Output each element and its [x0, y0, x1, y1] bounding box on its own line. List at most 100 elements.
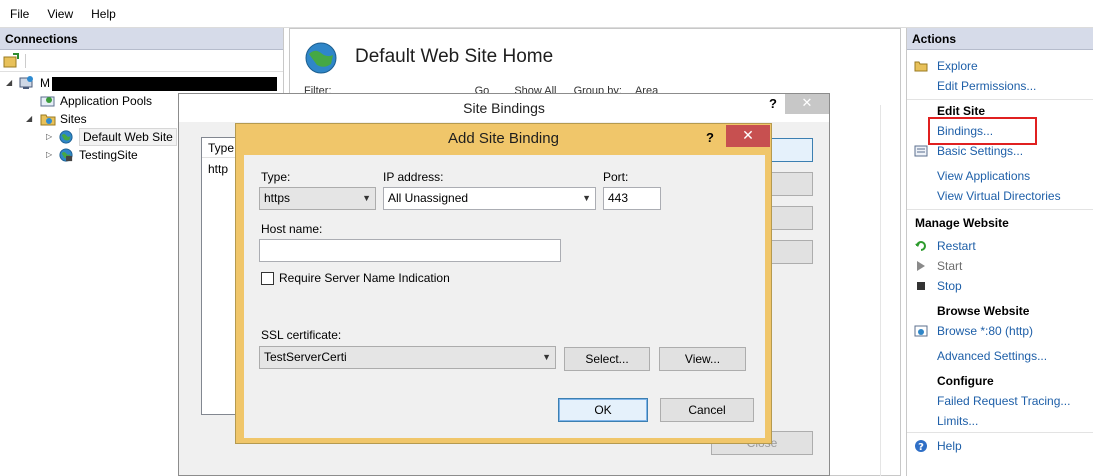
site-globe-icon	[305, 42, 337, 74]
advanced-settings-link[interactable]: Advanced Settings...	[937, 347, 1047, 365]
help-link[interactable]: Help	[937, 437, 962, 455]
view-virtual-directories-link[interactable]: View Virtual Directories	[937, 187, 1061, 205]
action-failed-request-tracing[interactable]: Failed Request Tracing...	[907, 392, 1093, 410]
dialog-title: Add Site Binding	[448, 130, 559, 147]
sites-label: Sites	[60, 112, 87, 126]
ssl-certificate-value: TestServerCerti	[264, 350, 347, 364]
action-browse-80[interactable]: Browse *:80 (http)	[907, 322, 1093, 340]
action-limits[interactable]: Limits...	[907, 412, 1093, 430]
add-site-binding-dialog: Add Site Binding ? ✕ Type: https ▼ IP ad…	[235, 123, 772, 444]
sni-checkbox[interactable]	[261, 272, 274, 285]
view-certificate-button[interactable]: View...	[659, 347, 746, 371]
toolbar-separator	[25, 53, 26, 68]
testing-site-label: TestingSite	[79, 148, 138, 162]
ssl-certificate-select[interactable]: TestServerCerti ▼	[259, 346, 556, 369]
page-title: Default Web Site Home	[355, 46, 554, 67]
action-start[interactable]: Start	[907, 257, 1093, 275]
section-configure: Configure	[907, 372, 1093, 390]
failed-request-tracing-link[interactable]: Failed Request Tracing...	[937, 392, 1070, 410]
help-icon: ?	[915, 440, 927, 453]
sni-label: Require Server Name Indication	[279, 271, 450, 285]
start-link[interactable]: Start	[937, 257, 962, 275]
chevron-down-icon: ▼	[582, 193, 591, 203]
site-bindings-title: Site Bindings	[179, 94, 829, 122]
vertical-scrollbar[interactable]	[880, 105, 900, 476]
chevron-down-icon: ▼	[542, 352, 551, 362]
separator	[907, 99, 1093, 100]
edit-permissions-link[interactable]: Edit Permissions...	[937, 77, 1036, 95]
type-value: https	[264, 191, 291, 205]
list-item[interactable]: http	[202, 158, 238, 180]
dialog-body: Type: https ▼ IP address: All Unassigned…	[244, 155, 765, 438]
ip-address-select[interactable]: All Unassigned ▼	[383, 187, 596, 210]
play-icon	[917, 261, 925, 271]
separator	[907, 209, 1093, 210]
action-advanced-settings[interactable]: Advanced Settings...	[907, 347, 1093, 365]
ok-button[interactable]: OK	[558, 398, 648, 422]
action-edit-permissions[interactable]: Edit Permissions...	[907, 77, 1093, 95]
app-pools-icon	[40, 96, 55, 107]
action-view-virtual-directories[interactable]: View Virtual Directories	[907, 187, 1093, 205]
actions-pane: Actions Explore Edit Permissions... Edit…	[906, 28, 1093, 476]
close-icon[interactable]: ✕	[726, 125, 770, 147]
browser-icon	[914, 325, 928, 337]
ip-address-value: All Unassigned	[388, 191, 469, 205]
stop-link[interactable]: Stop	[937, 277, 962, 295]
app-pools-label: Application Pools	[60, 94, 153, 108]
globe-icon	[59, 148, 73, 162]
collapse-icon[interactable]: ◢	[6, 74, 16, 92]
help-icon[interactable]: ?	[763, 94, 783, 116]
section-browse-website: Browse Website	[907, 302, 1093, 320]
connect-icon[interactable]	[3, 52, 19, 69]
menu-view[interactable]: View	[47, 7, 73, 21]
host-name-label: Host name:	[261, 222, 323, 236]
browse-80-link[interactable]: Browse *:80 (http)	[937, 322, 1033, 340]
server-icon	[19, 76, 33, 89]
connections-toolbar	[0, 50, 283, 72]
view-applications-link[interactable]: View Applications	[937, 167, 1030, 185]
tree-item-server[interactable]: ◢ M	[0, 74, 283, 92]
ip-address-label: IP address:	[383, 170, 444, 184]
menu-file[interactable]: File	[10, 7, 29, 21]
actions-header: Actions	[907, 28, 1093, 50]
type-select[interactable]: https ▼	[259, 187, 376, 210]
port-label: Port:	[603, 170, 629, 184]
collapse-icon[interactable]: ◢	[26, 110, 36, 128]
action-restart[interactable]: Restart	[907, 237, 1093, 255]
server-name: M	[40, 76, 50, 90]
default-site-label: Default Web Site	[79, 128, 177, 146]
cancel-button[interactable]: Cancel	[660, 398, 754, 422]
connections-header: Connections	[0, 28, 283, 50]
limits-link[interactable]: Limits...	[937, 412, 978, 430]
close-icon[interactable]: ✕	[785, 94, 829, 114]
action-help[interactable]: ? Help	[907, 437, 1093, 455]
bindings-highlight-box	[928, 117, 1037, 145]
folder-icon	[914, 61, 928, 72]
column-header-type[interactable]: Type	[202, 138, 238, 158]
port-field[interactable]: 443	[603, 187, 661, 210]
manage-website-heading: Manage Website	[915, 216, 1009, 230]
expand-icon[interactable]: ▷	[46, 146, 56, 164]
expand-icon[interactable]: ▷	[46, 128, 56, 146]
action-view-applications[interactable]: View Applications	[907, 167, 1093, 185]
configure-heading: Configure	[937, 374, 994, 388]
browse-website-heading: Browse Website	[937, 304, 1030, 318]
settings-icon	[914, 145, 928, 157]
action-explore[interactable]: Explore	[907, 57, 1093, 75]
ssl-certificate-label: SSL certificate:	[261, 328, 342, 342]
restart-icon	[915, 241, 926, 251]
svg-text:?: ?	[918, 442, 924, 453]
explore-link[interactable]: Explore	[937, 57, 978, 75]
bindings-list[interactable]: Type http	[201, 137, 239, 415]
stop-icon	[917, 282, 925, 290]
host-name-field[interactable]	[259, 239, 561, 262]
select-certificate-button[interactable]: Select...	[564, 347, 650, 371]
help-icon[interactable]: ?	[699, 128, 721, 148]
restart-link[interactable]: Restart	[937, 237, 976, 255]
separator	[907, 432, 1093, 433]
globe-icon	[59, 130, 73, 144]
action-stop[interactable]: Stop	[907, 277, 1093, 295]
folder-icon	[40, 114, 56, 126]
menu-help[interactable]: Help	[91, 7, 116, 21]
menu-bar: File View Help	[0, 0, 1093, 28]
